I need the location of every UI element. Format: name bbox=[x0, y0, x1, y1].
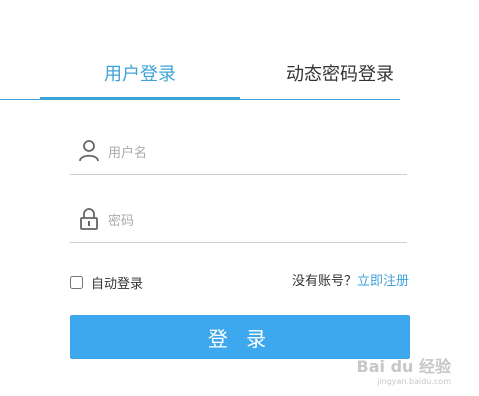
password-input[interactable] bbox=[106, 206, 400, 236]
register-link[interactable]: 立即注册 bbox=[357, 274, 409, 289]
user-icon bbox=[78, 139, 100, 163]
remember-label[interactable]: 自动登录 bbox=[91, 273, 143, 292]
remember-checkbox[interactable] bbox=[70, 275, 83, 289]
username-input[interactable] bbox=[106, 138, 400, 168]
remember-me: 自动登录 bbox=[70, 272, 143, 292]
tab-user-login[interactable]: 用户登录 bbox=[40, 50, 240, 100]
no-account-text: 没有账号？ bbox=[291, 274, 357, 289]
watermark-url: jingyan.baidu.com bbox=[377, 377, 451, 386]
login-tabs: 用户登录 动态密码登录 bbox=[40, 50, 440, 102]
tab-dynamic-password-login[interactable]: 动态密码登录 bbox=[240, 50, 440, 100]
watermark-logo-text: Bai du 经验 bbox=[356, 357, 451, 376]
baidu-watermark: Bai du 经验 jingyan.baidu.com bbox=[357, 353, 451, 386]
password-field bbox=[70, 198, 407, 243]
tab-active-indicator bbox=[40, 97, 240, 100]
lock-icon bbox=[78, 207, 100, 231]
username-field bbox=[70, 130, 407, 175]
register-prompt: 没有账号？立即注册 bbox=[292, 272, 409, 292]
